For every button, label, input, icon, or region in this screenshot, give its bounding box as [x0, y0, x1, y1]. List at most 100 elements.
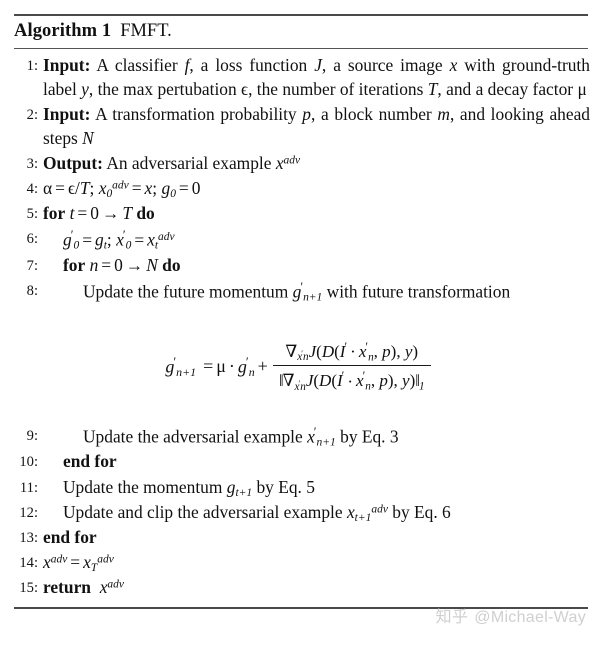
- text: Update the adversarial example: [83, 426, 303, 447]
- text: , the max pertubation: [88, 78, 237, 99]
- zhihu-logo-icon: 知乎: [435, 609, 469, 626]
- symbol-x: x: [43, 552, 51, 573]
- line-number: 10:: [19, 454, 38, 471]
- symbol-epsilon: ϵ: [67, 178, 75, 199]
- text: A transformation probability: [95, 104, 297, 125]
- text: A classifier: [96, 55, 178, 76]
- symbol-x: x: [275, 152, 284, 173]
- symbol-n: n: [89, 254, 99, 275]
- operator-equals: =: [203, 355, 214, 376]
- arrow-icon: →: [101, 203, 120, 224]
- text: by Eq. 3: [340, 426, 399, 447]
- punct-semicolon: ;: [89, 178, 95, 199]
- text: , a loss function: [189, 55, 308, 76]
- algorithm-figure: Algorithm 1 FMFT. 1: Input: A classifier …: [0, 14, 600, 609]
- line-content: Output: An adversarial example xadv: [43, 152, 590, 176]
- fraction: ∇x′nJ(D(I′ · x′n, p), y) ‖∇x′nJ(D(I′ · x′n, …: [272, 339, 431, 393]
- operator-equals: =: [70, 552, 81, 573]
- algorithm-line-4: 4: α = ϵ/T; x0adv = x; g0 = 0: [8, 177, 590, 201]
- superscript-adv: adv: [50, 553, 68, 566]
- keyword-do: do: [136, 203, 155, 224]
- line-content: return xadv: [43, 576, 590, 600]
- algorithm-line-5: 5: for t = 0 → T do: [8, 202, 590, 226]
- symbol-p: p: [382, 342, 391, 362]
- line-number: 5:: [26, 206, 38, 223]
- algorithm-line-9: 9: Update the adversarial example x′n+1 …: [8, 424, 590, 449]
- text: , and a decay factor: [437, 78, 574, 99]
- symbol-J: J: [305, 371, 314, 391]
- superscript-adv: adv: [283, 154, 301, 167]
- arrow-icon: →: [125, 254, 144, 275]
- subscript-1: 1: [419, 380, 425, 393]
- line-number: 12:: [19, 504, 38, 521]
- text: , the number of iterations: [248, 78, 424, 99]
- line-content: Update the momentum gt+1 by Eq. 5: [43, 476, 590, 500]
- superscript-adv: adv: [107, 578, 124, 591]
- symbol-T: T: [427, 78, 438, 99]
- algorithm-name: FMFT.: [120, 21, 172, 41]
- text: , a source image: [321, 55, 443, 76]
- symbol-N: N: [146, 254, 158, 275]
- keyword-input: Input:: [43, 104, 91, 125]
- symbol-y: y: [402, 371, 410, 391]
- value-zero: 0: [191, 178, 201, 199]
- line-content: g′0 = gt; x′0 = xtadv: [43, 227, 590, 252]
- line-number: 1:: [26, 58, 38, 75]
- superscript-adv: adv: [158, 231, 175, 244]
- algorithm-number: Algorithm 1: [14, 21, 112, 41]
- line-number: 13:: [19, 529, 38, 546]
- superscript-adv: adv: [97, 553, 114, 566]
- algorithm-line-2: 2: Input: A transformation probability p…: [8, 103, 590, 150]
- keyword-end-for: end for: [43, 526, 97, 547]
- text: Update the momentum: [63, 476, 223, 497]
- operator-equals: =: [101, 254, 112, 275]
- watermark: 知乎 @Michael-Way: [436, 603, 586, 627]
- text: Update and clip the adversarial example: [63, 501, 343, 522]
- keyword-output: Output:: [43, 152, 103, 173]
- keyword-end-for: end for: [63, 451, 117, 472]
- value-zero: 0: [90, 203, 99, 224]
- watermark-handle: @Michael-Way: [474, 609, 586, 626]
- algorithm-line-10: 10: end for: [8, 450, 590, 474]
- keyword-for: for: [43, 203, 66, 224]
- fraction-numerator: ∇x′nJ(D(I′ · x′n, p), y): [285, 340, 419, 364]
- subscript-n-plus-1: n+1: [303, 291, 323, 304]
- operator-equals: =: [77, 203, 88, 224]
- operator-equals: =: [131, 178, 142, 199]
- symbol-m: m: [437, 104, 450, 125]
- keyword-input: Input:: [43, 55, 91, 76]
- symbol-y: y: [81, 78, 89, 99]
- line-content: Update and clip the adversarial example …: [43, 501, 590, 525]
- line-content: Update the adversarial example x′n+1 by …: [43, 424, 590, 449]
- operator-cdot: ·: [228, 355, 235, 376]
- equation-lhs: g′n+1: [165, 353, 200, 379]
- subscript-n-plus-1: n+1: [316, 436, 336, 449]
- line-number: 11:: [19, 479, 38, 496]
- line-content: α = ϵ/T; x0adv = x; g0 = 0: [43, 177, 590, 201]
- operator-equals: =: [134, 229, 145, 250]
- line-content: end for: [43, 450, 590, 474]
- text: with future transformation: [326, 281, 511, 302]
- subscript-n: n: [365, 380, 371, 393]
- symbol-J: J: [314, 55, 322, 76]
- algorithm-line-3: 3: Output: An adversarial example xadv: [8, 152, 590, 176]
- subscript-x-prime-n: x′n: [294, 379, 305, 393]
- line-content: xadv = xTadv: [43, 551, 590, 575]
- punct-semicolon: ;: [152, 178, 158, 199]
- line-number: 15:: [19, 580, 38, 597]
- line-number: 14:: [19, 555, 38, 572]
- algorithm-line-15: 15: return xadv: [8, 576, 590, 600]
- symbol-T: T: [122, 203, 132, 224]
- equation-term-g-prime-n: g′n: [238, 353, 255, 379]
- line-number: 2:: [26, 107, 38, 124]
- operator-plus: +: [257, 355, 268, 376]
- symbol-x: x: [147, 229, 155, 250]
- line-content: end for: [43, 526, 590, 550]
- symbol-D: D: [321, 342, 335, 362]
- text: by Eq. 6: [392, 501, 451, 522]
- algorithm-body: 1: Input: A classifier f, a loss functio…: [8, 49, 590, 600]
- algorithm-line-7: 7: for n = 0 → N do: [8, 254, 590, 278]
- text: , a block number: [310, 104, 432, 125]
- line-content: Input: A transformation probability p, a…: [43, 103, 590, 150]
- operator-cdot: ·: [350, 342, 356, 362]
